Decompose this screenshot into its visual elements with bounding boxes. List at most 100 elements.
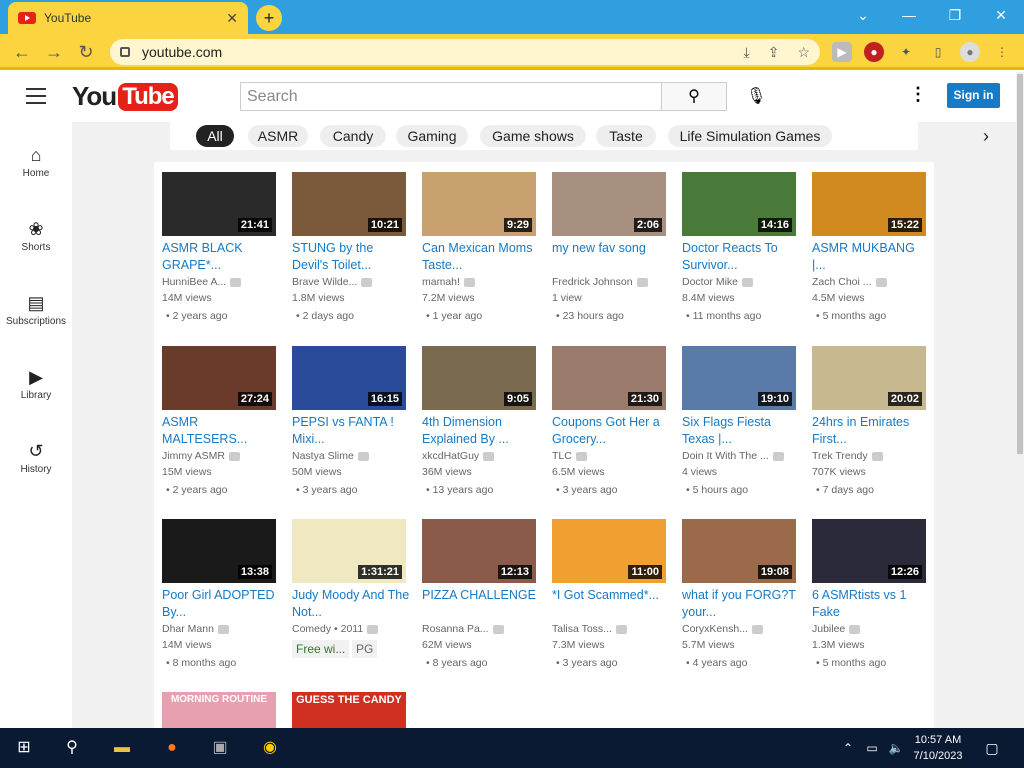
hamburger-menu-icon[interactable] xyxy=(26,88,46,104)
video-title[interactable]: ASMR MUKBANG |... xyxy=(812,240,930,274)
chrome-icon[interactable]: ◉ xyxy=(258,736,282,760)
video-card[interactable]: 15:22 ASMR MUKBANG |... Zach Choi ... 4.5M … xyxy=(812,172,930,332)
search-icon[interactable]: ⚲ xyxy=(60,736,84,760)
video-card[interactable]: 1:31:21 Judy Moody And The Not... Comedy •… xyxy=(292,519,410,679)
video-title[interactable]: Doctor Reacts To Survivor... xyxy=(682,240,800,274)
video-card[interactable]: 2:06 my new fav song Fredrick Johnson 1 vie… xyxy=(552,172,670,332)
firefox-icon[interactable]: ● xyxy=(160,736,184,760)
network-icon[interactable]: ▭ xyxy=(860,736,884,760)
channel-name[interactable]: Dhar Mann xyxy=(162,623,280,635)
video-card[interactable]: 14:16 Doctor Reacts To Survivor... Doctor … xyxy=(682,172,800,332)
share-icon[interactable]: ⇪ xyxy=(768,44,780,61)
sidebar-item-home[interactable]: ⌂ Home xyxy=(0,142,72,179)
video-thumbnail[interactable]: 19:10 xyxy=(682,346,796,410)
channel-name[interactable]: Jimmy ASMR xyxy=(162,450,280,462)
channel-name[interactable]: Zach Choi ... xyxy=(812,276,930,288)
video-card[interactable]: 16:15 PEPSI vs FANTA ! Mixi... Nastya Slim… xyxy=(292,346,410,506)
video-title[interactable]: *I Got Scammed*... xyxy=(552,587,670,604)
video-title[interactable]: 24hrs in Emirates First... xyxy=(812,414,930,448)
sidebar-item-library[interactable]: ▶ Library xyxy=(0,364,72,401)
video-title[interactable]: my new fav song xyxy=(552,240,670,257)
profile-avatar-icon[interactable]: ● xyxy=(960,42,980,62)
video-thumbnail[interactable]: 14:16 xyxy=(682,172,796,236)
system-clock[interactable]: 10:57 AM 7/10/2023 xyxy=(910,732,966,764)
video-card[interactable]: GUESS THE CANDY xyxy=(292,692,410,756)
video-thumbnail[interactable]: 21:41 xyxy=(162,172,276,236)
chip-game-shows[interactable]: Game shows xyxy=(480,125,586,147)
video-title[interactable]: Six Flags Fiesta Texas |... xyxy=(682,414,800,448)
chevron-up-icon[interactable]: ⌃ xyxy=(836,736,860,760)
video-title[interactable]: ASMR MALTESERS... xyxy=(162,414,280,448)
video-title[interactable]: 4th Dimension Explained By ... xyxy=(422,414,540,448)
scrollbar[interactable] xyxy=(1016,72,1024,728)
video-thumbnail[interactable]: 13:38 xyxy=(162,519,276,583)
video-thumbnail[interactable]: 1:31:21 xyxy=(292,519,406,583)
video-thumbnail[interactable]: 10:21 xyxy=(292,172,406,236)
notifications-icon[interactable]: ▢ xyxy=(980,736,1004,760)
video-card[interactable]: 19:08 what if you FORG?T your... CoryxKens… xyxy=(682,519,800,679)
search-button[interactable]: ⚲ xyxy=(661,82,727,111)
chip-asmr[interactable]: ASMR xyxy=(248,125,308,147)
channel-name[interactable]: Trek Trendy xyxy=(812,450,930,462)
video-card[interactable]: 21:41 ASMR BLACK GRAPE*... HunniBee A... 14… xyxy=(162,172,280,332)
tab-youtube[interactable]: YouTube ✕ xyxy=(8,2,248,34)
video-thumbnail[interactable]: 19:08 xyxy=(682,519,796,583)
file-explorer-icon[interactable]: ▬ xyxy=(110,736,134,760)
video-thumbnail[interactable]: 2:06 xyxy=(552,172,666,236)
channel-name[interactable]: CoryxKensh... xyxy=(682,623,800,635)
video-title[interactable]: what if you FORG?T your... xyxy=(682,587,800,621)
sidebar-item-subscriptions[interactable]: ▤ Subscriptions xyxy=(0,290,72,327)
video-card[interactable]: 21:30 Coupons Got Her a Grocery... TLC 6.5M… xyxy=(552,346,670,506)
channel-name[interactable]: mamah! xyxy=(422,276,540,288)
new-tab-button[interactable]: + xyxy=(256,5,282,31)
video-title[interactable]: 6 ASMRtists vs 1 Fake xyxy=(812,587,930,621)
youtube-logo[interactable]: You Tube xyxy=(72,81,178,112)
video-title[interactable]: STUNG by the Devil's Toilet... xyxy=(292,240,410,274)
video-title[interactable]: Judy Moody And The Not... xyxy=(292,587,410,621)
voice-search-icon[interactable]: 🎙 xyxy=(746,86,766,108)
side-panel-icon[interactable]: ▯ xyxy=(928,42,948,62)
channel-name[interactable]: Rosanna Pa... xyxy=(422,623,540,635)
volume-icon[interactable]: 🔈 xyxy=(884,736,908,760)
close-tab-icon[interactable]: ✕ xyxy=(226,10,238,27)
channel-name[interactable]: Brave Wilde... xyxy=(292,276,410,288)
restore-button[interactable]: ❐ xyxy=(932,0,978,30)
forward-button[interactable]: → xyxy=(42,40,66,64)
video-thumbnail[interactable]: 21:30 xyxy=(552,346,666,410)
channel-name[interactable]: Doin It With The ... xyxy=(682,450,800,462)
sidebar-item-shorts[interactable]: ❀ Shorts xyxy=(0,216,72,253)
video-thumbnail[interactable]: 20:02 xyxy=(812,346,926,410)
app-icon[interactable]: ▣ xyxy=(208,736,232,760)
video-card[interactable]: 20:02 24hrs in Emirates First... Trek Tren… xyxy=(812,346,930,506)
extensions-puzzle-icon[interactable]: ✦ xyxy=(896,42,916,62)
video-thumbnail[interactable]: 9:29 xyxy=(422,172,536,236)
extension-red-icon[interactable]: ● xyxy=(864,42,884,62)
chip-candy[interactable]: Candy xyxy=(320,125,386,147)
video-card[interactable]: 12:26 6 ASMRtists vs 1 Fake Jubilee 1.3M vi… xyxy=(812,519,930,679)
video-title[interactable]: Can Mexican Moms Taste... xyxy=(422,240,540,274)
windows-start-icon[interactable]: ⊞ xyxy=(12,736,36,760)
video-card[interactable]: 9:29 Can Mexican Moms Taste... mamah! 7.2M … xyxy=(422,172,540,332)
video-thumbnail[interactable]: 12:26 xyxy=(812,519,926,583)
video-thumbnail[interactable]: 12:13 xyxy=(422,519,536,583)
video-card[interactable]: 13:38 Poor Girl ADOPTED By... Dhar Mann 14M… xyxy=(162,519,280,679)
chevron-right-icon[interactable]: › xyxy=(974,124,998,148)
tab-search-icon[interactable]: ⌄ xyxy=(840,0,886,30)
channel-name[interactable]: Nastya Slime xyxy=(292,450,410,462)
video-card[interactable]: MORNING ROUTINE xyxy=(162,692,280,756)
reload-button[interactable]: ↻ xyxy=(74,40,98,64)
extension-play-icon[interactable]: ▶ xyxy=(832,42,852,62)
chip-taste[interactable]: Taste xyxy=(596,125,656,147)
browser-menu-icon[interactable]: ⋮ xyxy=(992,42,1012,62)
video-title[interactable]: Coupons Got Her a Grocery... xyxy=(552,414,670,448)
video-thumbnail[interactable]: 15:22 xyxy=(812,172,926,236)
bookmark-star-icon[interactable]: ☆ xyxy=(797,44,810,61)
close-window-button[interactable]: ✕ xyxy=(978,0,1024,30)
sidebar-item-history[interactable]: ↺ History xyxy=(0,438,72,475)
scrollbar-thumb[interactable] xyxy=(1017,74,1023,454)
channel-name[interactable]: Fredrick Johnson xyxy=(552,276,670,288)
minimize-button[interactable]: — xyxy=(886,0,932,30)
channel-name[interactable]: HunniBee A... xyxy=(162,276,280,288)
install-icon[interactable]: ⤓ xyxy=(744,44,750,61)
video-title[interactable]: PIZZA CHALLENGE xyxy=(422,587,540,604)
